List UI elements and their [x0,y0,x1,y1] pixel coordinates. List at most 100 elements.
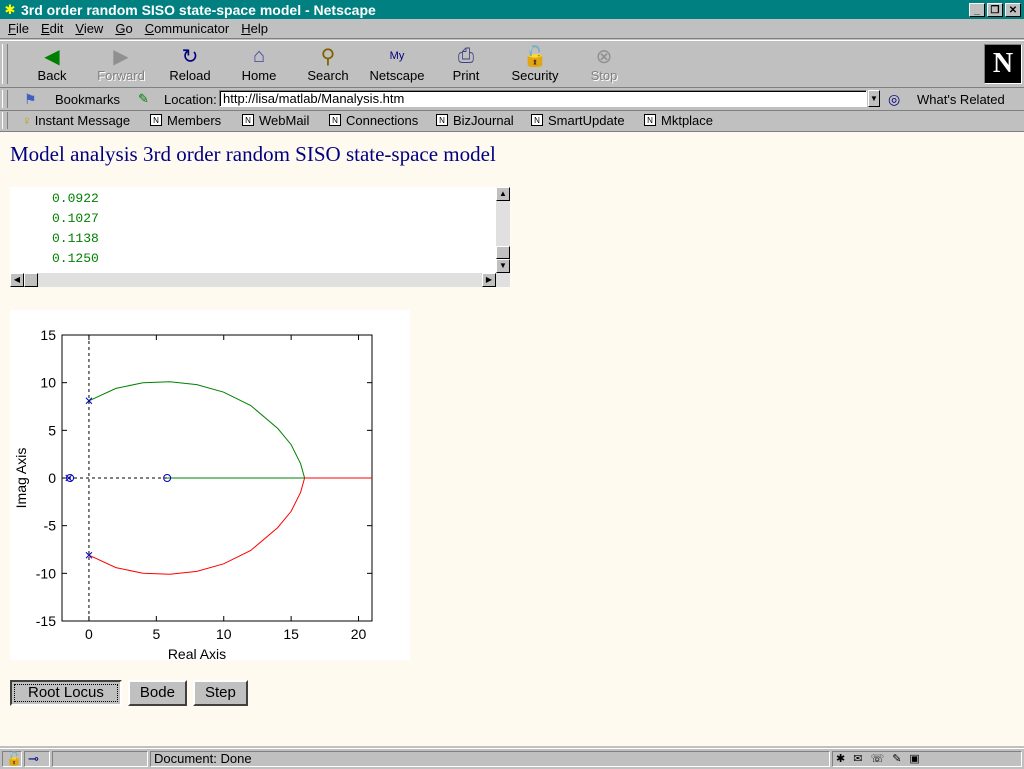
scroll-right-button[interactable]: ▶ [482,273,496,287]
scroll-down-button[interactable]: ▼ [496,259,510,273]
navigator-icon[interactable]: ✱ [836,753,853,765]
netscape-logo[interactable]: N [984,44,1022,84]
reload-icon: ↻ [181,45,199,68]
page-proxy-icon[interactable]: ✎ [138,91,149,107]
x-tick-label: 5 [152,626,160,642]
hscroll-thumb[interactable] [24,273,38,287]
vertical-scrollbar[interactable]: ▲ ▼ [496,187,510,273]
stop-icon: ⊗ [595,45,613,68]
locus-branch [88,477,306,575]
personal-grip[interactable] [2,112,8,129]
output-textarea[interactable]: 0.0922 0.1027 0.1138 0.1250 ▲ ▼ ◀ ▶ [10,187,510,287]
menu-view[interactable]: View [75,21,103,36]
y-tick-label: 5 [48,422,56,438]
members-label: Members [167,112,222,128]
y-tick-label: 15 [40,327,56,343]
bookmark-icon: N [531,114,543,126]
menu-communicator[interactable]: Communicator [145,21,230,36]
instant-message-label: Instant Message [34,112,131,128]
forward-label: Forward [97,68,145,83]
title-bar: ✱ 3rd order random SISO state-space mode… [0,0,1024,19]
x-tick-label: 10 [216,626,232,642]
netscape-button[interactable]: My Netscape [363,43,431,85]
back-button[interactable]: ◀ Back [18,43,86,85]
y-axis-label: Imag Axis [13,448,29,509]
bookmark-icon: N [644,114,656,126]
output-value: 0.1027 [52,211,99,226]
y-tick-label: -15 [36,613,56,629]
search-label: Search [307,68,349,83]
connections-link[interactable]: N Connections [329,111,418,129]
calendar-icon[interactable]: ▣ [909,753,927,765]
bizjournal-link[interactable]: N BizJournal [436,111,514,129]
step-button[interactable]: Step [192,680,248,706]
mktplace-link[interactable]: N Mktplace [644,111,713,129]
mktplace-label: Mktplace [661,112,714,128]
status-text: Document: Done [150,751,830,767]
instant-message-link[interactable]: ♀ Instant Message [22,111,130,129]
back-arrow-icon: ◀ [44,45,60,68]
search-icon: ⚲ [320,45,336,68]
output-value: 0.1138 [52,231,99,246]
location-label: Location: [164,91,217,107]
home-label: Home [241,68,277,83]
output-value: 0.1250 [52,251,99,266]
print-label: Print [452,68,480,83]
print-button[interactable]: ⎙ Print [432,43,500,85]
window-title: 3rd order random SISO state-space model … [21,1,376,18]
chat-icon[interactable]: ☏ [870,753,892,765]
netscape-label: Netscape [369,68,425,83]
forward-button[interactable]: ▶ Forward [87,43,155,85]
security-status-icon[interactable]: 🔓 [2,751,22,767]
menu-edit[interactable]: Edit [41,21,63,36]
composer-icon[interactable]: ✎ [892,753,909,765]
security-button[interactable]: 🔓 Security [501,43,569,85]
bookmarks-button[interactable]: Bookmarks [55,92,120,107]
webmail-label: WebMail [259,112,310,128]
bookmarks-icon: ⚑ [24,90,37,107]
mail-icon[interactable]: ✉ [853,753,870,765]
minimize-button[interactable]: _ [969,2,985,17]
component-bar: ✱✉☏✎▣ [832,751,1022,767]
x-axis-label: Real Axis [168,646,226,660]
y-tick-label: -5 [44,518,57,534]
connection-icon: ⊸ [24,751,50,767]
home-icon: ⌂ [252,44,266,67]
root-locus-button[interactable]: Root Locus [10,680,122,706]
security-label: Security [511,68,559,83]
webmail-link[interactable]: N WebMail [242,111,309,129]
whats-related-button[interactable]: What's Related [917,92,1005,107]
scroll-left-button[interactable]: ◀ [10,273,24,287]
menu-file[interactable]: File [8,21,29,36]
smartupdate-link[interactable]: N SmartUpdate [531,111,625,129]
menu-go[interactable]: Go [115,21,132,36]
netscape-app-icon[interactable]: ✱ [3,2,17,17]
url-dropdown-button[interactable]: ▼ [868,90,880,107]
locus-branch [88,381,306,479]
analysis-buttons: Root Locus Bode Step [10,680,248,706]
horizontal-scrollbar[interactable]: ◀ ▶ [10,273,510,287]
members-link[interactable]: N Members [150,111,221,129]
bookmark-icon: N [242,114,254,126]
scroll-up-button[interactable]: ▲ [496,187,510,201]
close-button[interactable]: ✕ [1005,2,1021,17]
output-value: 0.0922 [52,191,99,206]
bode-button[interactable]: Bode [127,680,187,706]
home-button[interactable]: ⌂ Home [225,43,293,85]
stop-button[interactable]: ⊗ Stop [570,43,638,85]
reload-button[interactable]: ↻ Reload [156,43,224,85]
menu-help[interactable]: Help [241,21,268,36]
bizjournal-label: BizJournal [453,112,514,128]
scroll-thumb[interactable] [496,246,510,259]
search-button[interactable]: ⚲ Search [294,43,362,85]
page-content: Model analysis 3rd order random SISO sta… [0,132,1024,746]
url-field[interactable]: http://lisa/matlab/Manalysis.htm [219,90,867,107]
restore-button[interactable]: ❐ [987,2,1003,17]
connections-label: Connections [346,112,419,128]
status-bar: 🔓 ⊸ Document: Done ✱✉☏✎▣ [0,748,1024,769]
netscape-icon: My [389,50,405,62]
toolbar-grip[interactable] [2,44,8,84]
person-icon: ♀ [22,112,32,128]
location-grip[interactable] [2,90,8,108]
bookmark-icon: N [436,114,448,126]
